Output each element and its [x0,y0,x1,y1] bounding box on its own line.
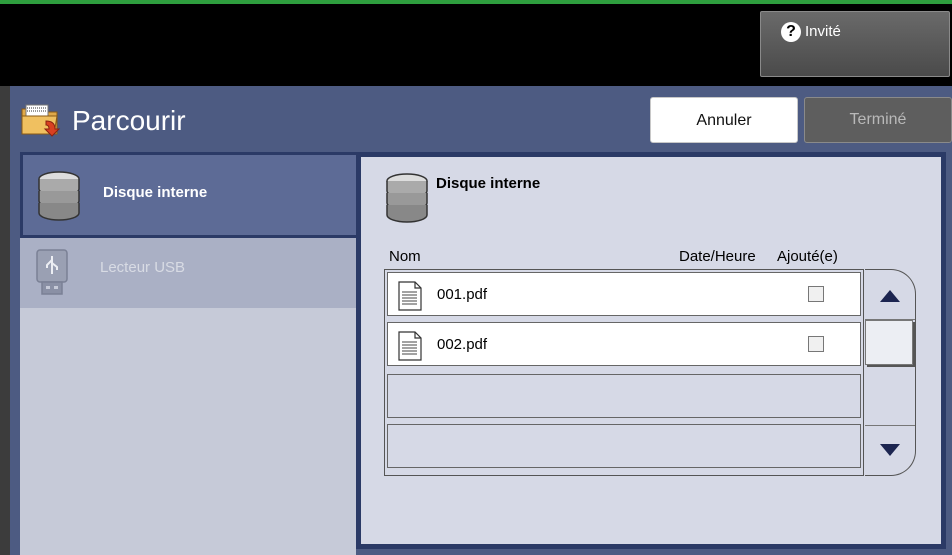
done-button[interactable]: Terminé [804,97,952,143]
empty-row [387,374,861,418]
source-item-usb: Lecteur USB [20,238,356,308]
hard-disk-icon [37,171,81,226]
source-item-internal-disk[interactable]: Disque interne [20,152,356,238]
cancel-button[interactable]: Annuler [650,97,798,143]
hard-disk-icon [385,173,429,228]
file-name: 001.pdf [437,286,488,303]
arrow-up-icon [880,290,900,302]
document-icon [397,281,423,316]
column-header-date: Date/Heure [679,248,756,265]
browser-title: Disque interne [436,175,541,192]
added-checkbox[interactable] [808,286,824,302]
column-header-name: Nom [389,248,421,265]
file-list: 001.pdf 002.pdf [384,269,864,476]
column-header-added: Ajouté(e) [777,248,838,265]
scrollbar[interactable] [865,269,916,476]
help-icon: ? [781,22,801,42]
scroll-up-button[interactable] [865,270,915,320]
source-list: Disque interne Lecteur USB [20,152,356,555]
usb-drive-icon [34,248,70,301]
file-row[interactable]: 002.pdf [387,322,861,366]
file-browser-panel: Disque interne Nom Date/Heure Ajouté(e) … [356,152,946,549]
file-row[interactable]: 001.pdf [387,272,861,316]
source-list-filler [20,308,356,555]
scroll-thumb[interactable] [865,320,913,365]
empty-row [387,424,861,468]
added-checkbox[interactable] [808,336,824,352]
scroll-down-button[interactable] [865,425,915,475]
title-bar: Parcourir Annuler Terminé [20,96,952,146]
source-item-label: Disque interne [103,184,208,201]
source-item-label: Lecteur USB [100,259,186,276]
guest-label: Invité [805,23,841,40]
top-status-bar: ? Invité [0,0,952,86]
file-name: 002.pdf [437,336,488,353]
page-title: Parcourir [72,105,186,136]
arrow-down-icon [880,444,900,456]
main-area: Parcourir Annuler Terminé Disque interne [0,86,952,555]
folder-browse-icon [20,103,64,139]
guest-button[interactable]: ? Invité [760,11,950,77]
document-icon [397,331,423,366]
